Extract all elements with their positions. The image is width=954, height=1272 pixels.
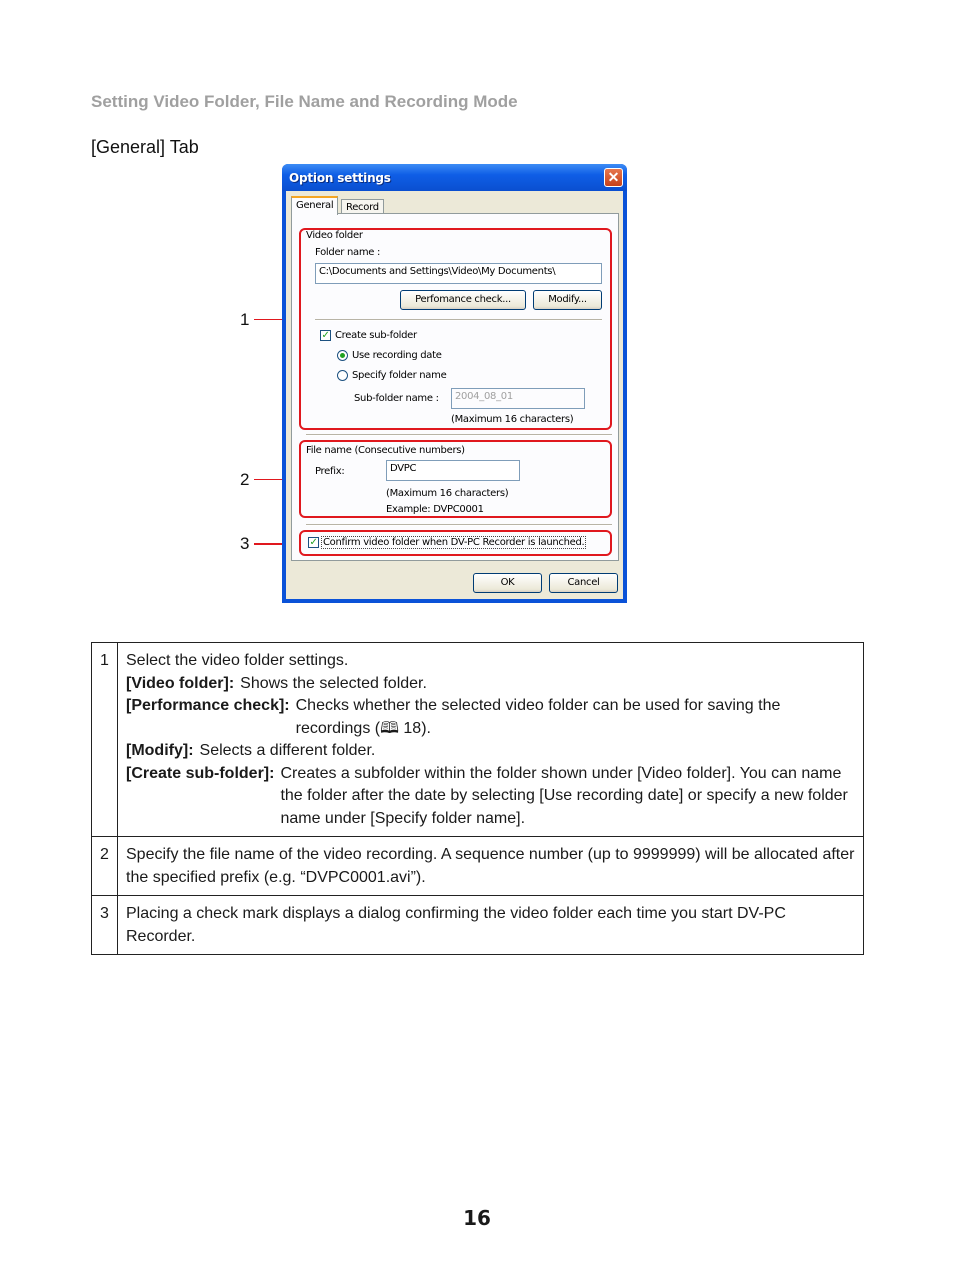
option-settings-dialog: Option settings ✕ General Record Video f…: [282, 164, 627, 603]
callout-2: 2: [240, 470, 250, 489]
callout-1: 1: [240, 310, 250, 329]
row-description: Placing a check mark displays a dialog c…: [117, 895, 864, 955]
table-row: 2 Specify the file name of the video rec…: [91, 836, 864, 896]
term-item: [Modify]: Selects a different folder.: [126, 740, 855, 763]
folder-name-label: Folder name :: [315, 247, 381, 258]
create-subfolder-checkbox[interactable]: ✓: [320, 330, 331, 341]
section-title: Setting Video Folder, File Name and Reco…: [91, 92, 518, 111]
term-label: [Modify]:: [126, 742, 194, 759]
general-tab-panel: Video folder Folder name : C:\Documents …: [291, 213, 619, 561]
cancel-button[interactable]: Cancel: [549, 573, 618, 593]
check-icon: ✓: [321, 330, 330, 341]
prefix-value: DVPC: [390, 463, 417, 474]
row-number: 1: [91, 642, 118, 837]
term-label: [Performance check]:: [126, 697, 290, 714]
use-recording-date-label: Use recording date: [352, 350, 442, 361]
tab-general-label: General: [296, 200, 334, 211]
check-icon: ✓: [309, 537, 318, 548]
performance-check-button[interactable]: Perfomance check...: [400, 290, 526, 310]
table-row: 3 Placing a check mark displays a dialog…: [91, 895, 864, 955]
table-row: 1 Select the video folder settings. [Vid…: [91, 642, 864, 837]
confirm-folder-label: Confirm video folder when DV-PC Recorder…: [321, 536, 587, 549]
term-item: [Create sub-folder]: Creates a subfolder …: [126, 763, 855, 831]
description-table: 1 Select the video folder settings. [Vid…: [91, 642, 864, 955]
close-icon: ✕: [607, 169, 620, 185]
subfolder-name-label: Sub-folder name :: [354, 393, 439, 404]
use-recording-date-radio[interactable]: [337, 350, 348, 361]
tab-general[interactable]: General: [291, 196, 339, 215]
file-name-group-label: File name (Consecutive numbers): [306, 445, 465, 456]
close-button[interactable]: ✕: [604, 168, 623, 187]
specify-folder-name-radio[interactable]: [337, 370, 348, 381]
subfolder-hint: (Maximum 16 characters): [451, 414, 574, 425]
sub-title: [General] Tab: [91, 137, 199, 157]
dialog-title: Option settings: [289, 171, 391, 185]
term-label: [Create sub-folder]:: [126, 764, 275, 782]
separator: [306, 524, 612, 526]
term-item: [Performance check]: Checks whether the s…: [126, 695, 855, 740]
dialog-titlebar[interactable]: Option settings ✕: [282, 164, 627, 191]
folder-path-input[interactable]: C:\Documents and Settings\Video\My Docum…: [315, 263, 602, 284]
term-desc: Shows the selected folder.: [240, 674, 427, 692]
term-desc: Selects a different folder.: [199, 742, 376, 759]
prefix-label: Prefix:: [315, 466, 345, 477]
term-label: [Video folder]:: [126, 674, 235, 692]
term-desc: Creates a subfolder within the folder sh…: [280, 764, 848, 827]
subfolder-name-input[interactable]: 2004_08_01: [451, 388, 585, 409]
prefix-example: Example: DVPC0001: [386, 504, 484, 515]
row-description: Specify the file name of the video recor…: [117, 836, 864, 896]
dialog-client-area: General Record Video folder Folder name …: [286, 191, 623, 599]
tab-record-label: Record: [346, 202, 379, 213]
term-item: [Video folder]: Shows the selected folder…: [126, 673, 855, 696]
row-intro: Select the video folder settings.: [126, 652, 349, 669]
row-description: Select the video folder settings. [Video…: [117, 642, 864, 837]
callout-3: 3: [240, 534, 250, 553]
prefix-input[interactable]: DVPC: [386, 460, 520, 481]
video-folder-group-label: Video folder: [306, 230, 363, 241]
subfolder-name-value: 2004_08_01: [455, 391, 513, 402]
term-desc: Checks whether the selected video folder…: [295, 697, 781, 737]
ok-button[interactable]: OK: [473, 573, 542, 593]
create-subfolder-label: Create sub-folder: [335, 330, 417, 341]
row-number: 3: [91, 895, 118, 955]
separator: [315, 319, 602, 321]
page-number: 16: [463, 1206, 491, 1230]
modify-button[interactable]: Modify...: [533, 290, 602, 310]
confirm-folder-checkbox[interactable]: ✓: [308, 537, 319, 548]
row-number: 2: [91, 836, 118, 896]
separator: [306, 434, 612, 436]
folder-path-value: C:\Documents and Settings\Video\My Docum…: [319, 266, 556, 277]
specify-folder-name-label: Specify folder name: [352, 370, 447, 381]
prefix-hint: (Maximum 16 characters): [386, 488, 509, 499]
